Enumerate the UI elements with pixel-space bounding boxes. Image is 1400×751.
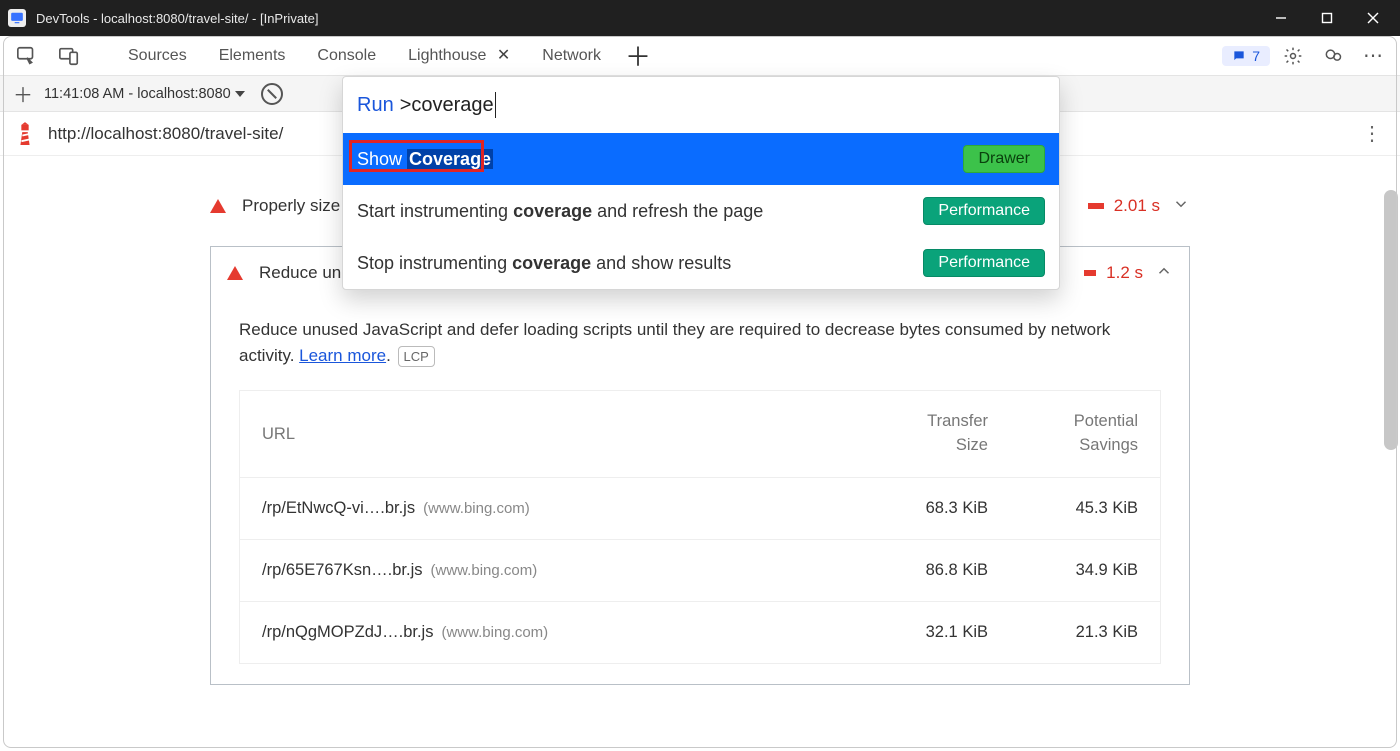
command-item-stop-coverage[interactable]: Stop instrumenting coverage and show res… [343, 237, 1059, 289]
settings-gear-icon[interactable] [1276, 41, 1310, 71]
feedback-icon[interactable] [1316, 41, 1350, 71]
report-selector[interactable]: 11:41:08 AM - localhost:8080 [44, 86, 245, 102]
command-item-label: Start instrumenting coverage and refresh… [357, 201, 913, 222]
command-item-label: Stop instrumenting coverage and show res… [357, 253, 913, 274]
impact-bar-icon [1084, 270, 1096, 276]
device-toolbar-icon[interactable] [52, 41, 86, 71]
row-host: (www.bing.com) [423, 500, 530, 517]
row-potential-savings: 45.3 KiB [988, 496, 1138, 521]
row-url: /rp/65E767Ksn….br.js [262, 561, 423, 579]
clear-icon[interactable] [261, 83, 283, 105]
learn-more-link[interactable]: Learn more [299, 346, 386, 365]
report-url: http://localhost:8080/travel-site/ [48, 124, 283, 144]
report-menu-icon[interactable]: ⋮ [1358, 120, 1386, 148]
table-row[interactable]: /rp/65E767Ksn….br.js (www.bing.com) 86.8 … [240, 539, 1160, 601]
issues-count: 7 [1252, 48, 1260, 64]
tab-label: Lighthouse [408, 47, 486, 64]
titlebar: DevTools - localhost:8080/travel-site/ -… [0, 0, 1400, 36]
table-header: URL Transfer Size Potential Savings [240, 391, 1160, 477]
add-tab-icon[interactable]: ＋ [621, 41, 655, 71]
row-transfer-size: 68.3 KiB [848, 496, 988, 521]
col-potential-savings: Potential Savings [988, 410, 1138, 458]
devtools-app-icon [8, 9, 26, 27]
command-item-tag: Drawer [963, 145, 1045, 173]
tab-elements[interactable]: Elements [207, 36, 298, 76]
audit-time: 1.2 s [1106, 263, 1143, 283]
chevron-down-icon [1172, 195, 1190, 218]
row-host: (www.bing.com) [441, 624, 548, 641]
tab-network[interactable]: Network [530, 36, 613, 76]
row-url: /rp/EtNwcQ-vi….br.js [262, 499, 415, 517]
command-run-prefix: Run [357, 94, 394, 117]
audit-time: 2.01 s [1114, 196, 1160, 216]
new-report-icon[interactable]: ＋ [12, 83, 34, 105]
report-selector-label: 11:41:08 AM - localhost:8080 [44, 86, 231, 102]
row-transfer-size: 86.8 KiB [848, 558, 988, 583]
command-query: >coverage [400, 94, 494, 117]
row-transfer-size: 32.1 KiB [848, 620, 988, 645]
impact-bar-icon [1088, 203, 1104, 209]
command-menu: Run >coverage Show Coverage Drawer Start… [342, 76, 1060, 290]
window-minimize-button[interactable] [1258, 0, 1304, 36]
devtools-tabstrip: Sources Elements Console Lighthouse ✕ Ne… [0, 36, 1400, 76]
inspect-element-icon[interactable] [10, 41, 44, 71]
chevron-up-icon [1155, 262, 1173, 285]
row-url: /rp/nQgMOPZdJ….br.js [262, 623, 433, 641]
window-close-button[interactable] [1350, 0, 1396, 36]
col-transfer-size: Transfer Size [848, 410, 988, 458]
issues-badge[interactable]: 7 [1222, 46, 1270, 66]
command-input[interactable]: Run >coverage [343, 77, 1059, 133]
lighthouse-icon [14, 121, 36, 147]
command-item-start-coverage[interactable]: Start instrumenting coverage and refresh… [343, 185, 1059, 237]
tab-sources[interactable]: Sources [116, 36, 199, 76]
table-row[interactable]: /rp/EtNwcQ-vi….br.js (www.bing.com) 68.3 … [240, 477, 1160, 539]
table-row[interactable]: /rp/nQgMOPZdJ….br.js (www.bing.com) 32.1 … [240, 601, 1160, 663]
fail-triangle-icon [227, 266, 243, 280]
row-host: (www.bing.com) [431, 562, 538, 579]
command-item-tag: Performance [923, 197, 1045, 225]
fail-triangle-icon [210, 199, 226, 213]
close-icon[interactable]: ✕ [497, 47, 510, 64]
chevron-down-icon [235, 91, 245, 97]
scrollbar-thumb[interactable] [1384, 190, 1398, 450]
command-item-tag: Performance [923, 249, 1045, 277]
row-potential-savings: 21.3 KiB [988, 620, 1138, 645]
command-item-label: Show Coverage [357, 149, 953, 170]
text-cursor [495, 92, 496, 118]
audit-description: Reduce unused JavaScript and defer loadi… [211, 299, 1189, 684]
row-potential-savings: 34.9 KiB [988, 558, 1138, 583]
window-maximize-button[interactable] [1304, 0, 1350, 36]
tab-lighthouse[interactable]: Lighthouse ✕ [396, 36, 522, 76]
more-icon[interactable]: ⋯ [1356, 41, 1390, 71]
lcp-tag: LCP [398, 346, 435, 368]
window-title: DevTools - localhost:8080/travel-site/ -… [36, 11, 319, 26]
command-item-show-coverage[interactable]: Show Coverage Drawer [343, 133, 1059, 185]
audit-table: URL Transfer Size Potential Savings /rp/… [239, 390, 1161, 664]
audit-reduce-unused-js: Reduce unu 1.2 s Reduce unused JavaScrip… [210, 246, 1190, 685]
tab-console[interactable]: Console [305, 36, 388, 76]
col-url: URL [262, 422, 848, 447]
